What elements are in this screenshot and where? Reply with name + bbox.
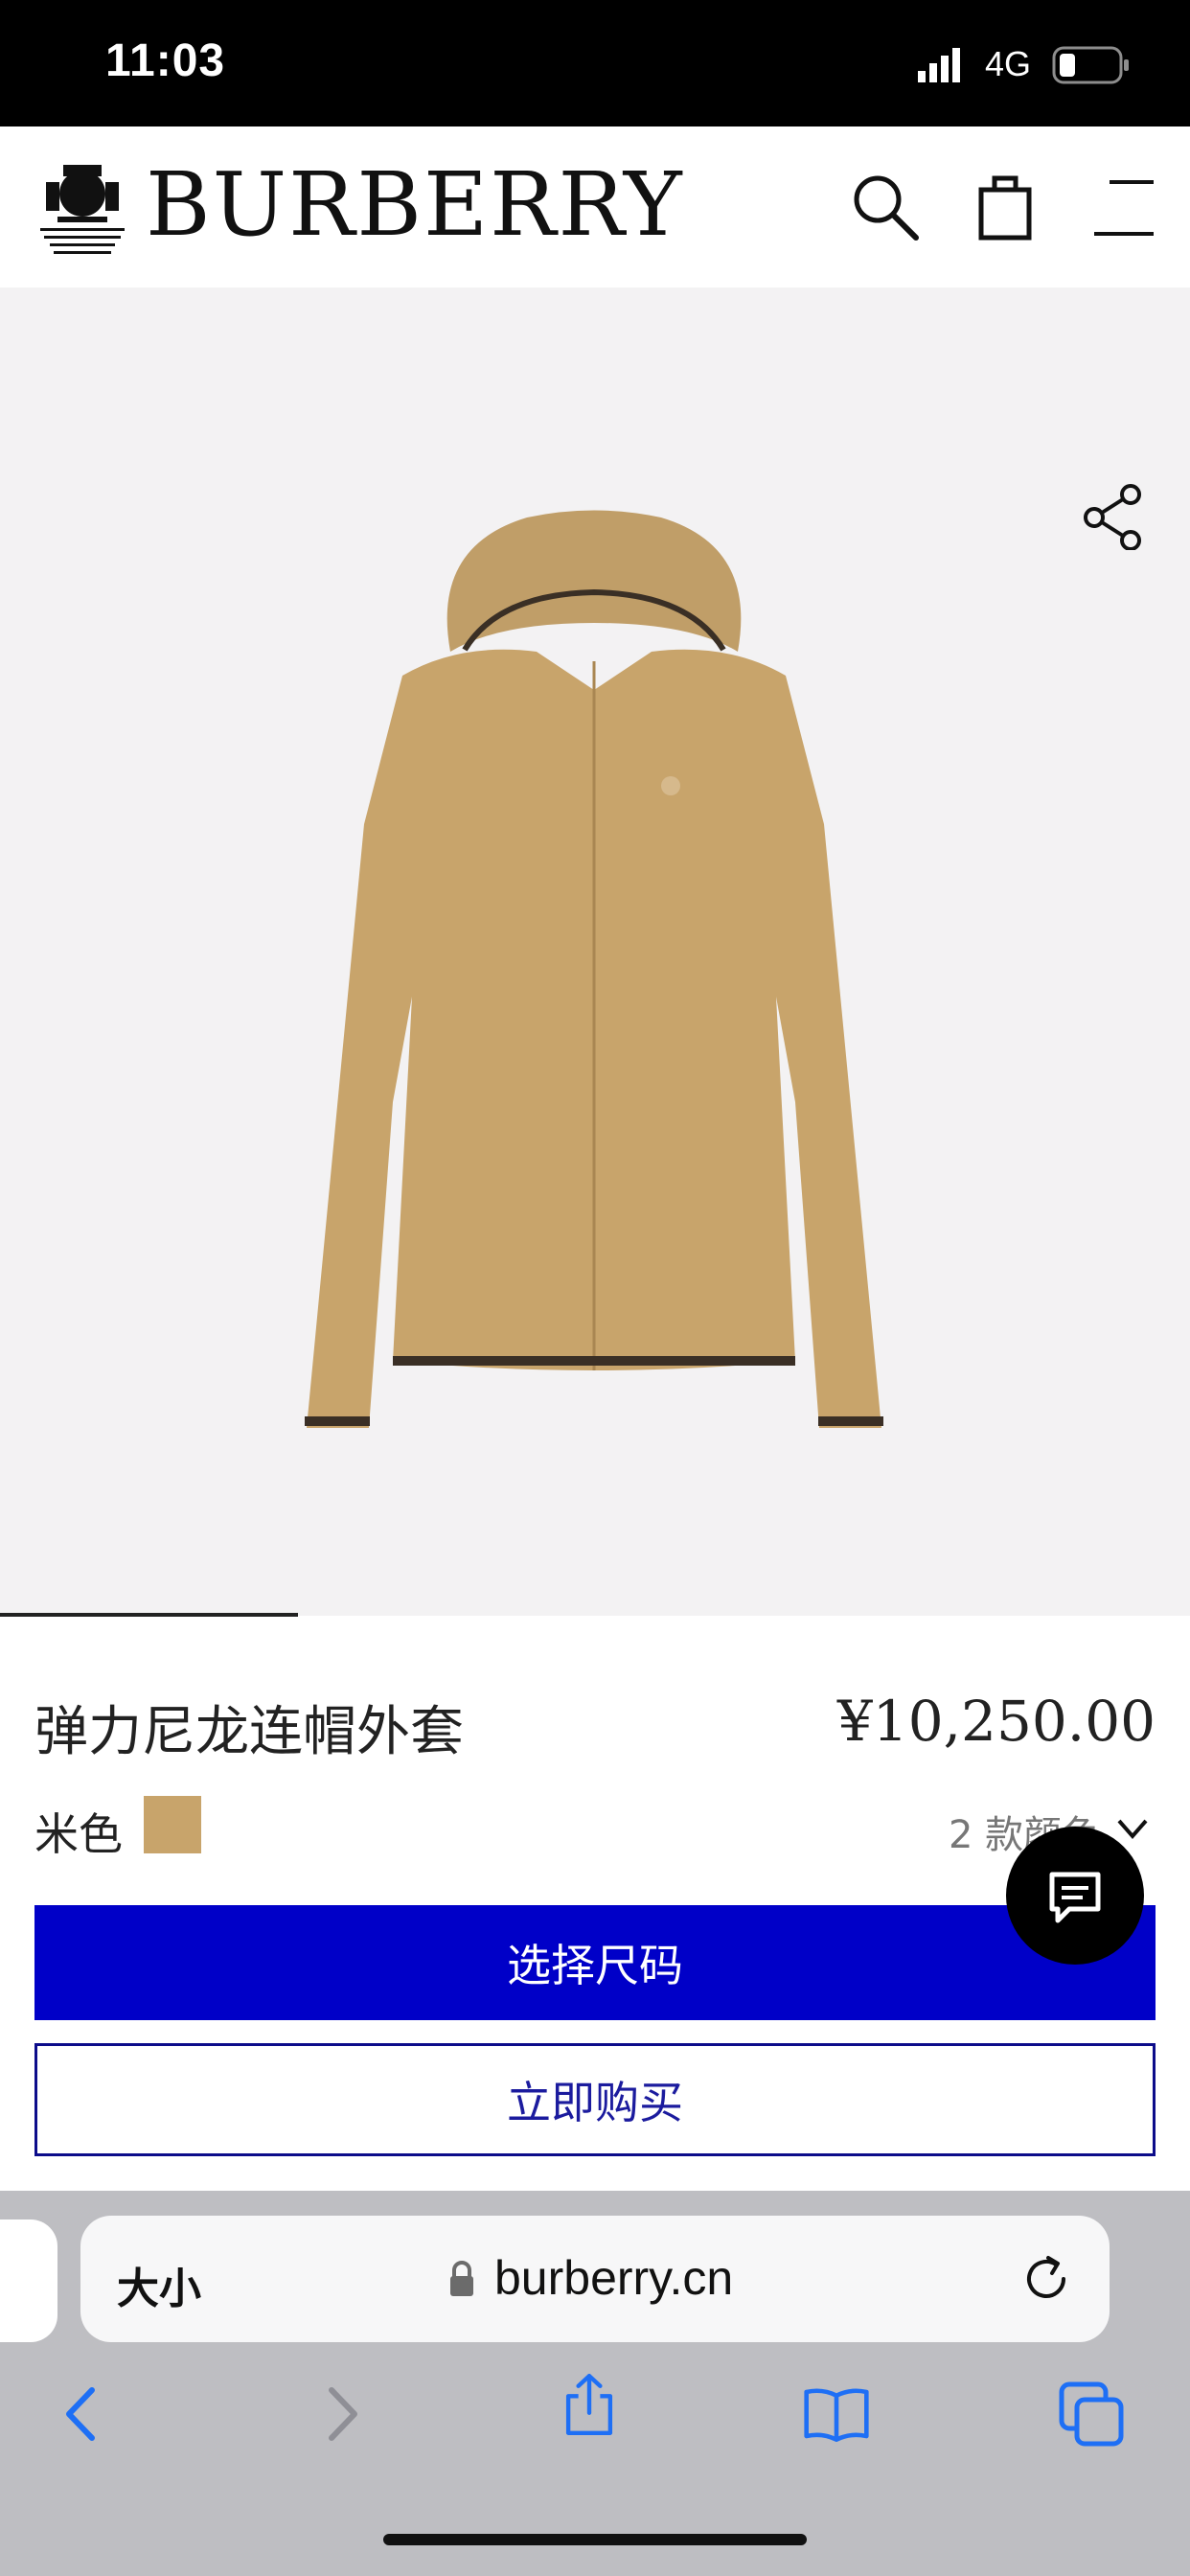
search-icon[interactable] bbox=[851, 172, 920, 242]
url-text[interactable]: burberry.cn bbox=[494, 2250, 733, 2306]
site-header: BURBERRY bbox=[0, 126, 1190, 288]
bookmarks-icon[interactable] bbox=[803, 2380, 870, 2448]
network-type: 4G bbox=[985, 44, 1032, 83]
product-price: ¥10,250.00 bbox=[836, 1689, 1156, 1754]
chat-icon bbox=[1049, 1872, 1101, 1923]
forward-icon[interactable] bbox=[307, 2380, 374, 2448]
share-sheet-icon[interactable] bbox=[556, 2371, 623, 2438]
royal-warrant-crest bbox=[40, 165, 125, 254]
color-swatch[interactable] bbox=[144, 1796, 201, 1853]
chat-button[interactable] bbox=[1006, 1827, 1144, 1965]
back-icon[interactable] bbox=[50, 2380, 117, 2448]
lock-icon bbox=[450, 2261, 473, 2296]
battery-icon bbox=[1052, 46, 1129, 84]
shopping-bag-icon[interactable] bbox=[977, 172, 1035, 242]
product-image-carousel[interactable] bbox=[0, 288, 1190, 1616]
status-bar: 11:03 4G bbox=[0, 0, 1190, 126]
buy-now-button[interactable]: 立即购买 bbox=[34, 2043, 1156, 2156]
home-indicator bbox=[383, 2534, 807, 2545]
previous-tab-preview[interactable] bbox=[0, 2220, 57, 2342]
image-carousel-progress bbox=[0, 1613, 298, 1617]
color-name: 米色 bbox=[34, 1808, 123, 1860]
brand-logo[interactable]: BURBERRY bbox=[146, 161, 684, 249]
text-size-button[interactable]: 大小 bbox=[117, 2254, 201, 2315]
share-icon[interactable] bbox=[1081, 483, 1148, 550]
tabs-icon[interactable] bbox=[1058, 2380, 1125, 2448]
jacket-product-image bbox=[305, 510, 883, 1428]
reload-icon[interactable] bbox=[1019, 2252, 1073, 2306]
signal-icon bbox=[918, 48, 960, 82]
product-title: 弹力尼龙连帽外套 bbox=[34, 1701, 464, 1763]
status-time: 11:03 bbox=[105, 35, 226, 86]
menu-icon[interactable] bbox=[1092, 176, 1156, 240]
select-size-button[interactable]: 选择尺码 bbox=[34, 1905, 1156, 2020]
